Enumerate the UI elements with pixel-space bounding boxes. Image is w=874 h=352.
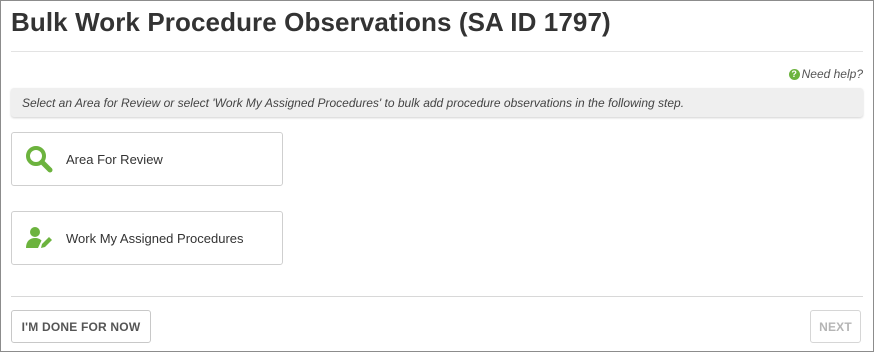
done-for-now-button[interactable]: I'M DONE FOR NOW	[11, 310, 151, 343]
instruction-banner: Select an Area for Review or select 'Wor…	[11, 88, 863, 117]
question-circle-icon: ?	[788, 68, 800, 80]
title-divider	[11, 51, 863, 52]
instruction-text: Select an Area for Review or select 'Wor…	[22, 95, 685, 110]
need-help-label: Need help?	[801, 67, 863, 81]
page-title: Bulk Work Procedure Observations (SA ID …	[11, 7, 611, 37]
need-help-link[interactable]: ? Need help?	[788, 67, 863, 81]
work-my-assigned-procedures-label: Work My Assigned Procedures	[66, 230, 244, 246]
magnifier-search-icon	[24, 144, 54, 174]
work-my-assigned-procedures-option[interactable]: Work My Assigned Procedures	[11, 211, 283, 265]
area-for-review-option[interactable]: Area For Review	[11, 132, 283, 186]
next-button[interactable]: NEXT	[810, 310, 861, 343]
area-for-review-label: Area For Review	[66, 151, 163, 167]
footer-divider	[11, 296, 863, 297]
user-edit-icon	[24, 223, 54, 253]
dialog-frame: Bulk Work Procedure Observations (SA ID …	[0, 0, 874, 352]
